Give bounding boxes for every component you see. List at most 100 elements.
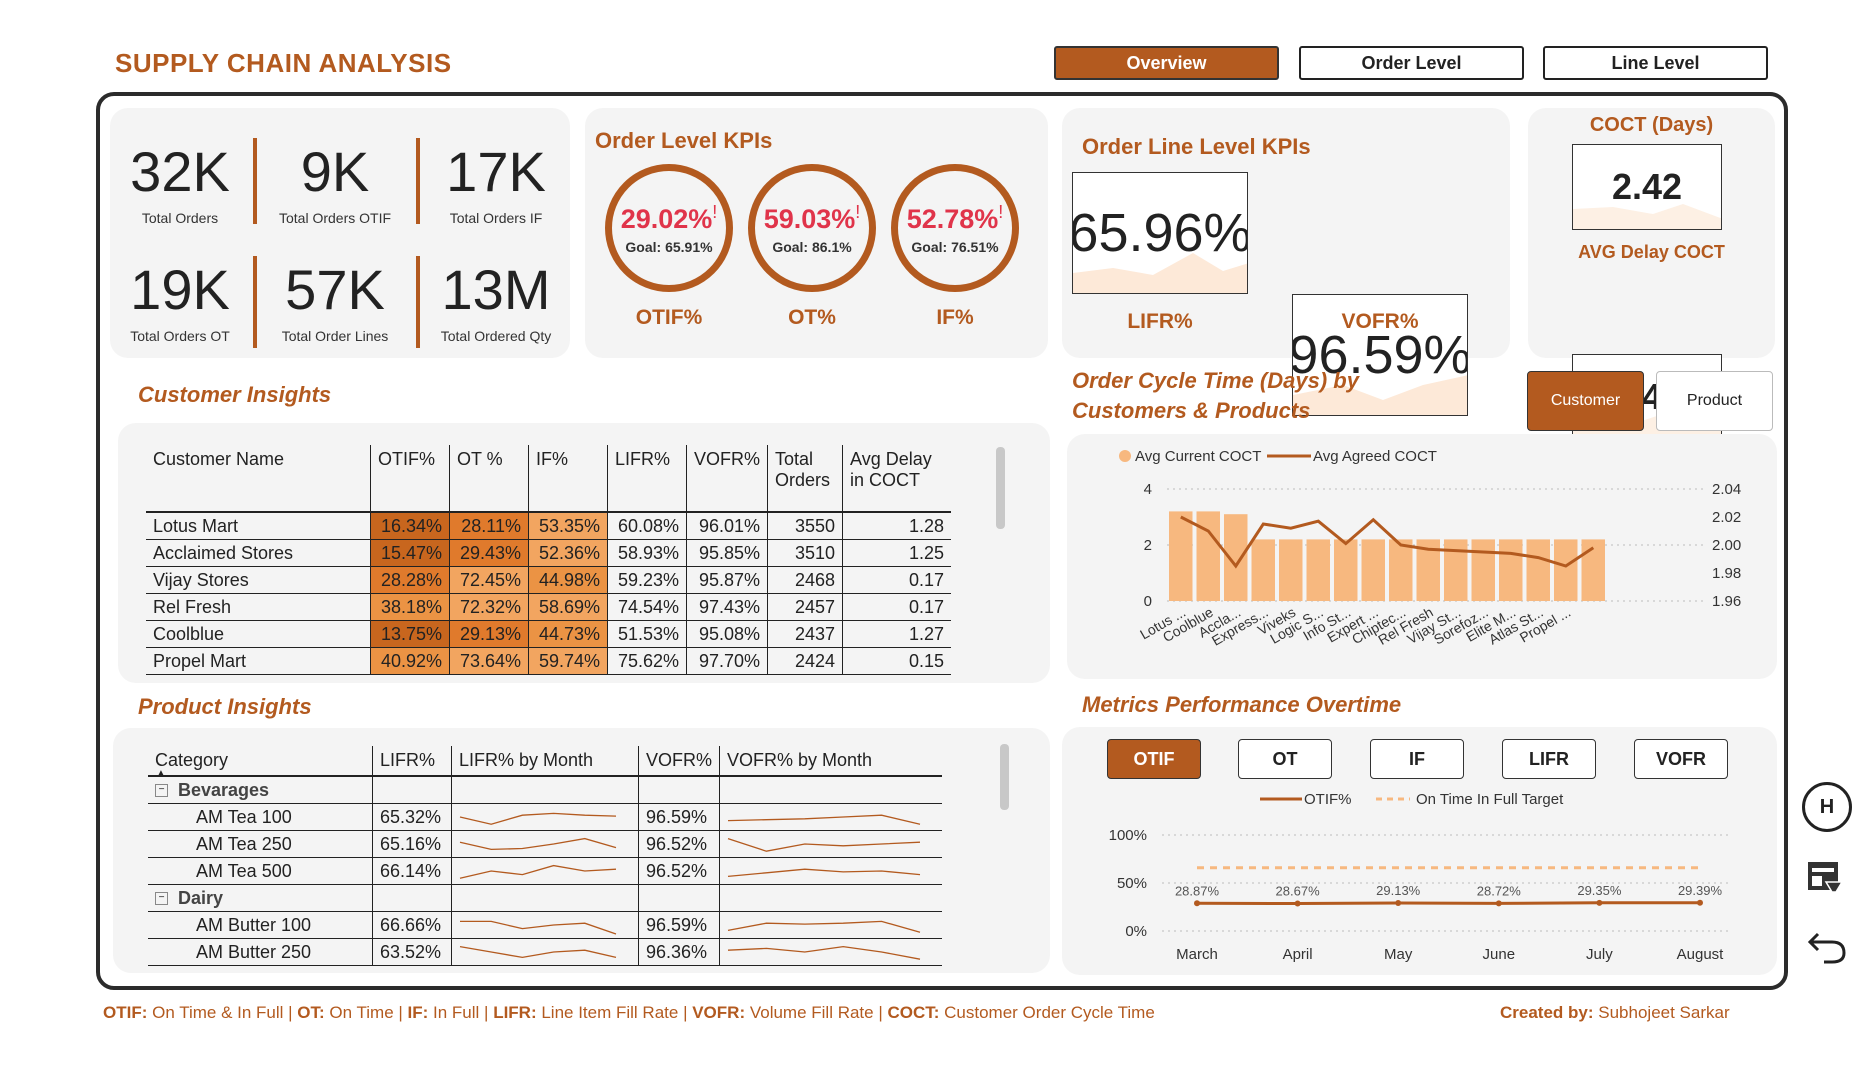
otif-line [1196,901,1700,906]
metric-lifr-button[interactable]: LIFR [1502,739,1596,779]
x-tick-label: June [1483,946,1516,963]
home-h-icon[interactable]: H [1802,782,1852,832]
y2-tick-label: 2.02 [1712,509,1741,526]
collapse-icon[interactable]: − [155,784,168,798]
product-toggle-button[interactable]: Product [1656,371,1773,431]
if-label: IF% [936,306,974,329]
empty-cell [372,884,452,912]
table-header-row: Category ▲ LIFR% LIFR% by Month VOFR% VOF… [148,746,943,779]
table-row[interactable]: AM Butter 250 63.52% 96.36% [148,938,943,966]
table-cell: 28.28% [370,566,450,594]
vofr-cell: 96.52% [637,830,720,858]
customer-name-cell: Coolblue [146,620,371,648]
col-lifr[interactable]: LIFR% [607,445,687,513]
table-row[interactable]: Acclaimed Stores 15.47% 29.43% 52.36% 58.93%… [146,539,952,567]
sparkline [727,837,921,852]
table-row[interactable]: Vijay Stores 28.28% 72.45% 44.98% 59.23% 95.8… [146,566,952,594]
bar-avg-current-coct [1389,539,1413,601]
table-row[interactable]: AM Butter 100 66.66% 96.59% [148,911,943,939]
y2-tick-label: 1.96 [1712,593,1741,610]
product-table-scrollbar[interactable] [1000,744,1009,810]
col-otif[interactable]: OTIF% [370,445,450,513]
table-row[interactable]: Lotus Mart 16.34% 28.11% 53.35% 60.08% 96.01%… [146,512,952,540]
nav-overview-button[interactable]: Overview [1054,46,1279,80]
table-cell: 0.17 [842,593,952,621]
sparkline-path [459,864,617,879]
table-row[interactable]: AM Tea 250 65.16% 96.52% [148,830,943,858]
table-cell: 0.15 [842,647,952,675]
table-cell: 72.45% [449,566,529,594]
col-vofr-by-month[interactable]: VOFR% by Month [719,746,943,777]
col-total-orders[interactable]: Total Orders [767,445,843,513]
nav-order-level-button[interactable]: Order Level [1299,46,1524,80]
x-tick-label: July [1586,946,1613,963]
sparkline [459,837,617,851]
bar-avg-current-coct [1196,511,1220,601]
table-cell: 59.74% [528,647,608,675]
table-cell: 15.47% [370,539,450,567]
product-insights-card: Category ▲ LIFR% LIFR% by Month VOFR% VOF… [113,728,1050,973]
back-arrow-icon[interactable] [1806,926,1848,966]
customer-name-cell: Rel Fresh [146,593,371,621]
metrics-line-chart: OTIF% On Time In Full Target 100% 50% 0% 28.8… [1109,791,1732,963]
data-label: 28.72% [1477,883,1522,898]
col-avg-delay[interactable]: Avg Delay in COCT [842,445,952,513]
table-row[interactable]: Propel Mart 40.92% 73.64% 59.74% 75.62% 97.70… [146,647,952,675]
footer-credit: Created by: Subhojeet Sarkar [1500,1003,1730,1022]
customer-table-body: Lotus Mart 16.34% 28.11% 53.35% 60.08% 96.01%… [146,512,952,675]
col-lifr[interactable]: LIFR% [372,746,452,777]
sparkline [728,814,921,825]
otif-gauge: 29.02%! Goal: 65.91% [605,164,733,292]
collapse-icon[interactable]: − [155,892,168,906]
table-row[interactable]: AM Tea 500 66.14% 96.52% [148,857,943,885]
customer-insights-card: Customer Name OTIF% OT % IF% LIFR% VOFR%… [118,423,1050,683]
metric-ot-button[interactable]: OT [1238,739,1332,779]
metric-if-button[interactable]: IF [1370,739,1464,779]
y-tick-label: 0 [1144,593,1152,610]
y2-tick-label: 2.04 [1712,481,1741,498]
kpi-total-orders-if: 17K Total Orders IF [446,140,546,227]
table-cell: 95.08% [685,620,768,648]
vofr-sparkline-cell [719,830,943,858]
col-vofr[interactable]: VOFR% [637,746,720,777]
table-header-row: Customer Name OTIF% OT % IF% LIFR% VOFR%… [146,445,952,513]
col-if[interactable]: IF% [528,445,608,513]
data-label: 29.39% [1678,883,1723,898]
col-category[interactable]: Category ▲ [148,746,373,779]
customer-table-scrollbar[interactable] [996,447,1005,529]
table-cell: 16.34% [370,512,450,540]
divider [253,138,257,224]
col-lifr-by-month[interactable]: LIFR% by Month [451,746,639,777]
otif-label: OTIF% [635,306,703,329]
metric-otif-button[interactable]: OTIF [1107,739,1201,779]
col-ot[interactable]: OT % [449,445,529,513]
col-customer-name[interactable]: Customer Name [146,445,371,513]
category-group-row[interactable]: − Dairy [148,884,943,912]
metrics-chart-title: Metrics Performance Overtime [1082,692,1402,717]
col-vofr[interactable]: VOFR% [685,445,768,513]
x-tick-label: August [1677,946,1725,963]
page-navigator-icon[interactable] [1806,858,1846,898]
legend-current-marker [1119,450,1131,462]
sparkline-path [727,868,921,878]
vofr-sparkline-cell [719,857,943,885]
metric-vofr-button[interactable]: VOFR [1634,739,1728,779]
lifr-sparkline-cell [451,911,639,939]
empty-cell [719,776,943,804]
table-cell: 73.64% [449,647,529,675]
category-group-row[interactable]: − Bevarages [148,776,943,804]
sparkline-path [459,945,617,959]
x-tick-label: May [1384,946,1413,963]
table-cell: 44.73% [528,620,608,648]
customer-insights-table: Customer Name OTIF% OT % IF% LIFR% VOFR%… [146,445,952,675]
table-row[interactable]: Rel Fresh 38.18% 72.32% 58.69% 74.54% 97.43% 2… [146,593,952,621]
sort-up-icon: ▲ [156,768,166,779]
vofr-cell: 96.59% [637,911,720,939]
nav-line-level-button[interactable]: Line Level [1543,46,1768,80]
coct-chart-title: Order Cycle Time (Days) by Customers & P… [1072,368,1359,423]
table-row[interactable]: AM Tea 100 65.32% 96.59% [148,803,943,831]
kpi-total-ordered-qty: 13M Total Ordered Qty [440,258,552,345]
y-tick-label: 50% [1117,875,1147,892]
table-row[interactable]: Coolblue 13.75% 29.13% 44.73% 51.53% 95.08% 24… [146,620,952,648]
customer-toggle-button[interactable]: Customer [1527,371,1644,431]
